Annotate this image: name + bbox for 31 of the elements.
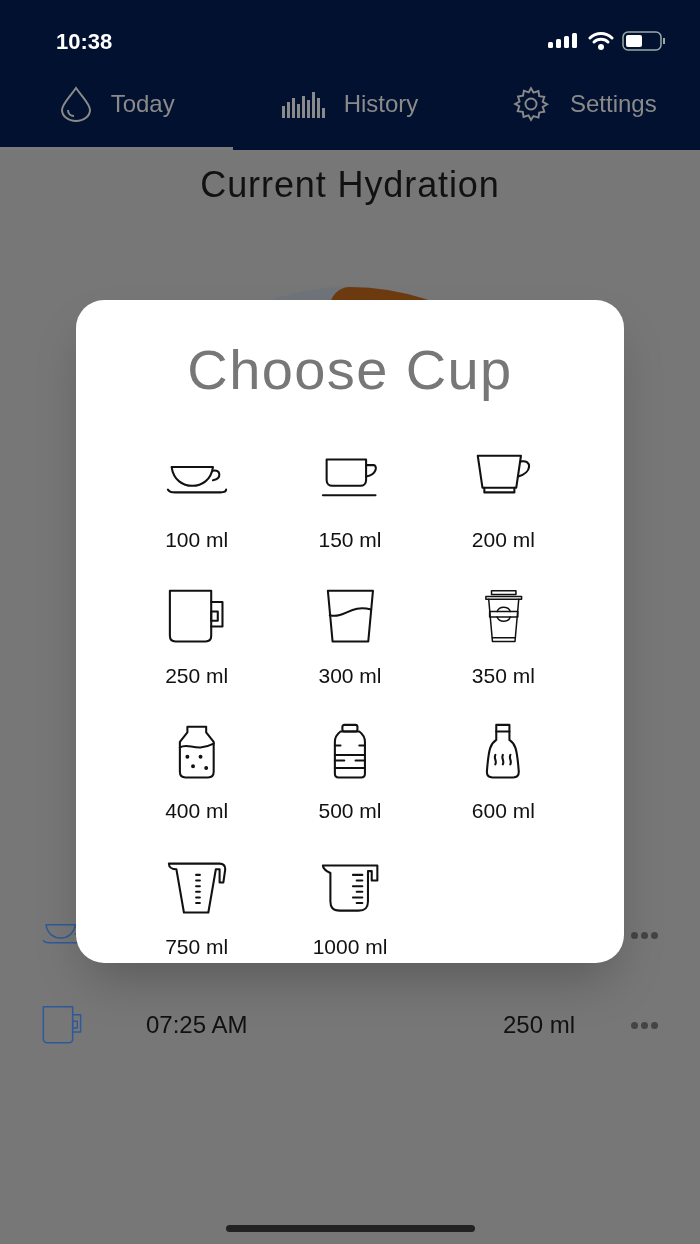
cup-option[interactable]: 500 ml: [273, 719, 427, 827]
more-icon[interactable]: [631, 1021, 658, 1029]
water-drop-icon: [58, 85, 93, 122]
mug-icon: [42, 1004, 82, 1046]
more-icon[interactable]: [631, 931, 658, 939]
cup-option[interactable]: 300 ml: [273, 583, 427, 691]
cup-option[interactable]: 750 ml: [120, 854, 274, 962]
page-title: Current Hydration: [200, 163, 500, 207]
status-time: 10:38: [56, 27, 113, 56]
cup-option[interactable]: 400 ml: [120, 719, 274, 827]
cup-option[interactable]: 150 ml: [273, 448, 427, 556]
water-glass-icon: [325, 587, 375, 646]
cup-option[interactable]: 100 ml: [120, 448, 274, 556]
wifi-icon: [588, 32, 614, 50]
dialog-title: Choose Cup: [187, 337, 513, 403]
mug-icon: [168, 587, 225, 646]
tab[interactable]: History: [233, 60, 467, 150]
cup-option[interactable]: 600 ml: [426, 719, 580, 827]
cup-option[interactable]: 200 ml: [426, 448, 580, 556]
battery-icon: [622, 31, 666, 51]
signal-icon: [548, 32, 580, 50]
entry-amount: 250 ml: [502, 1010, 575, 1040]
bottle-icon: [333, 722, 367, 781]
tab[interactable]: Settings: [466, 60, 700, 150]
bar-chart-icon: [281, 89, 326, 118]
cup-option[interactable]: 250 ml: [120, 583, 274, 691]
cup-option[interactable]: 350 ml: [426, 583, 580, 691]
bottle-icon: [485, 722, 522, 781]
cup-option[interactable]: 1000 ml: [273, 854, 427, 962]
tab[interactable]: Today: [0, 60, 234, 150]
entry-time: 07:25 AM: [146, 1010, 249, 1040]
